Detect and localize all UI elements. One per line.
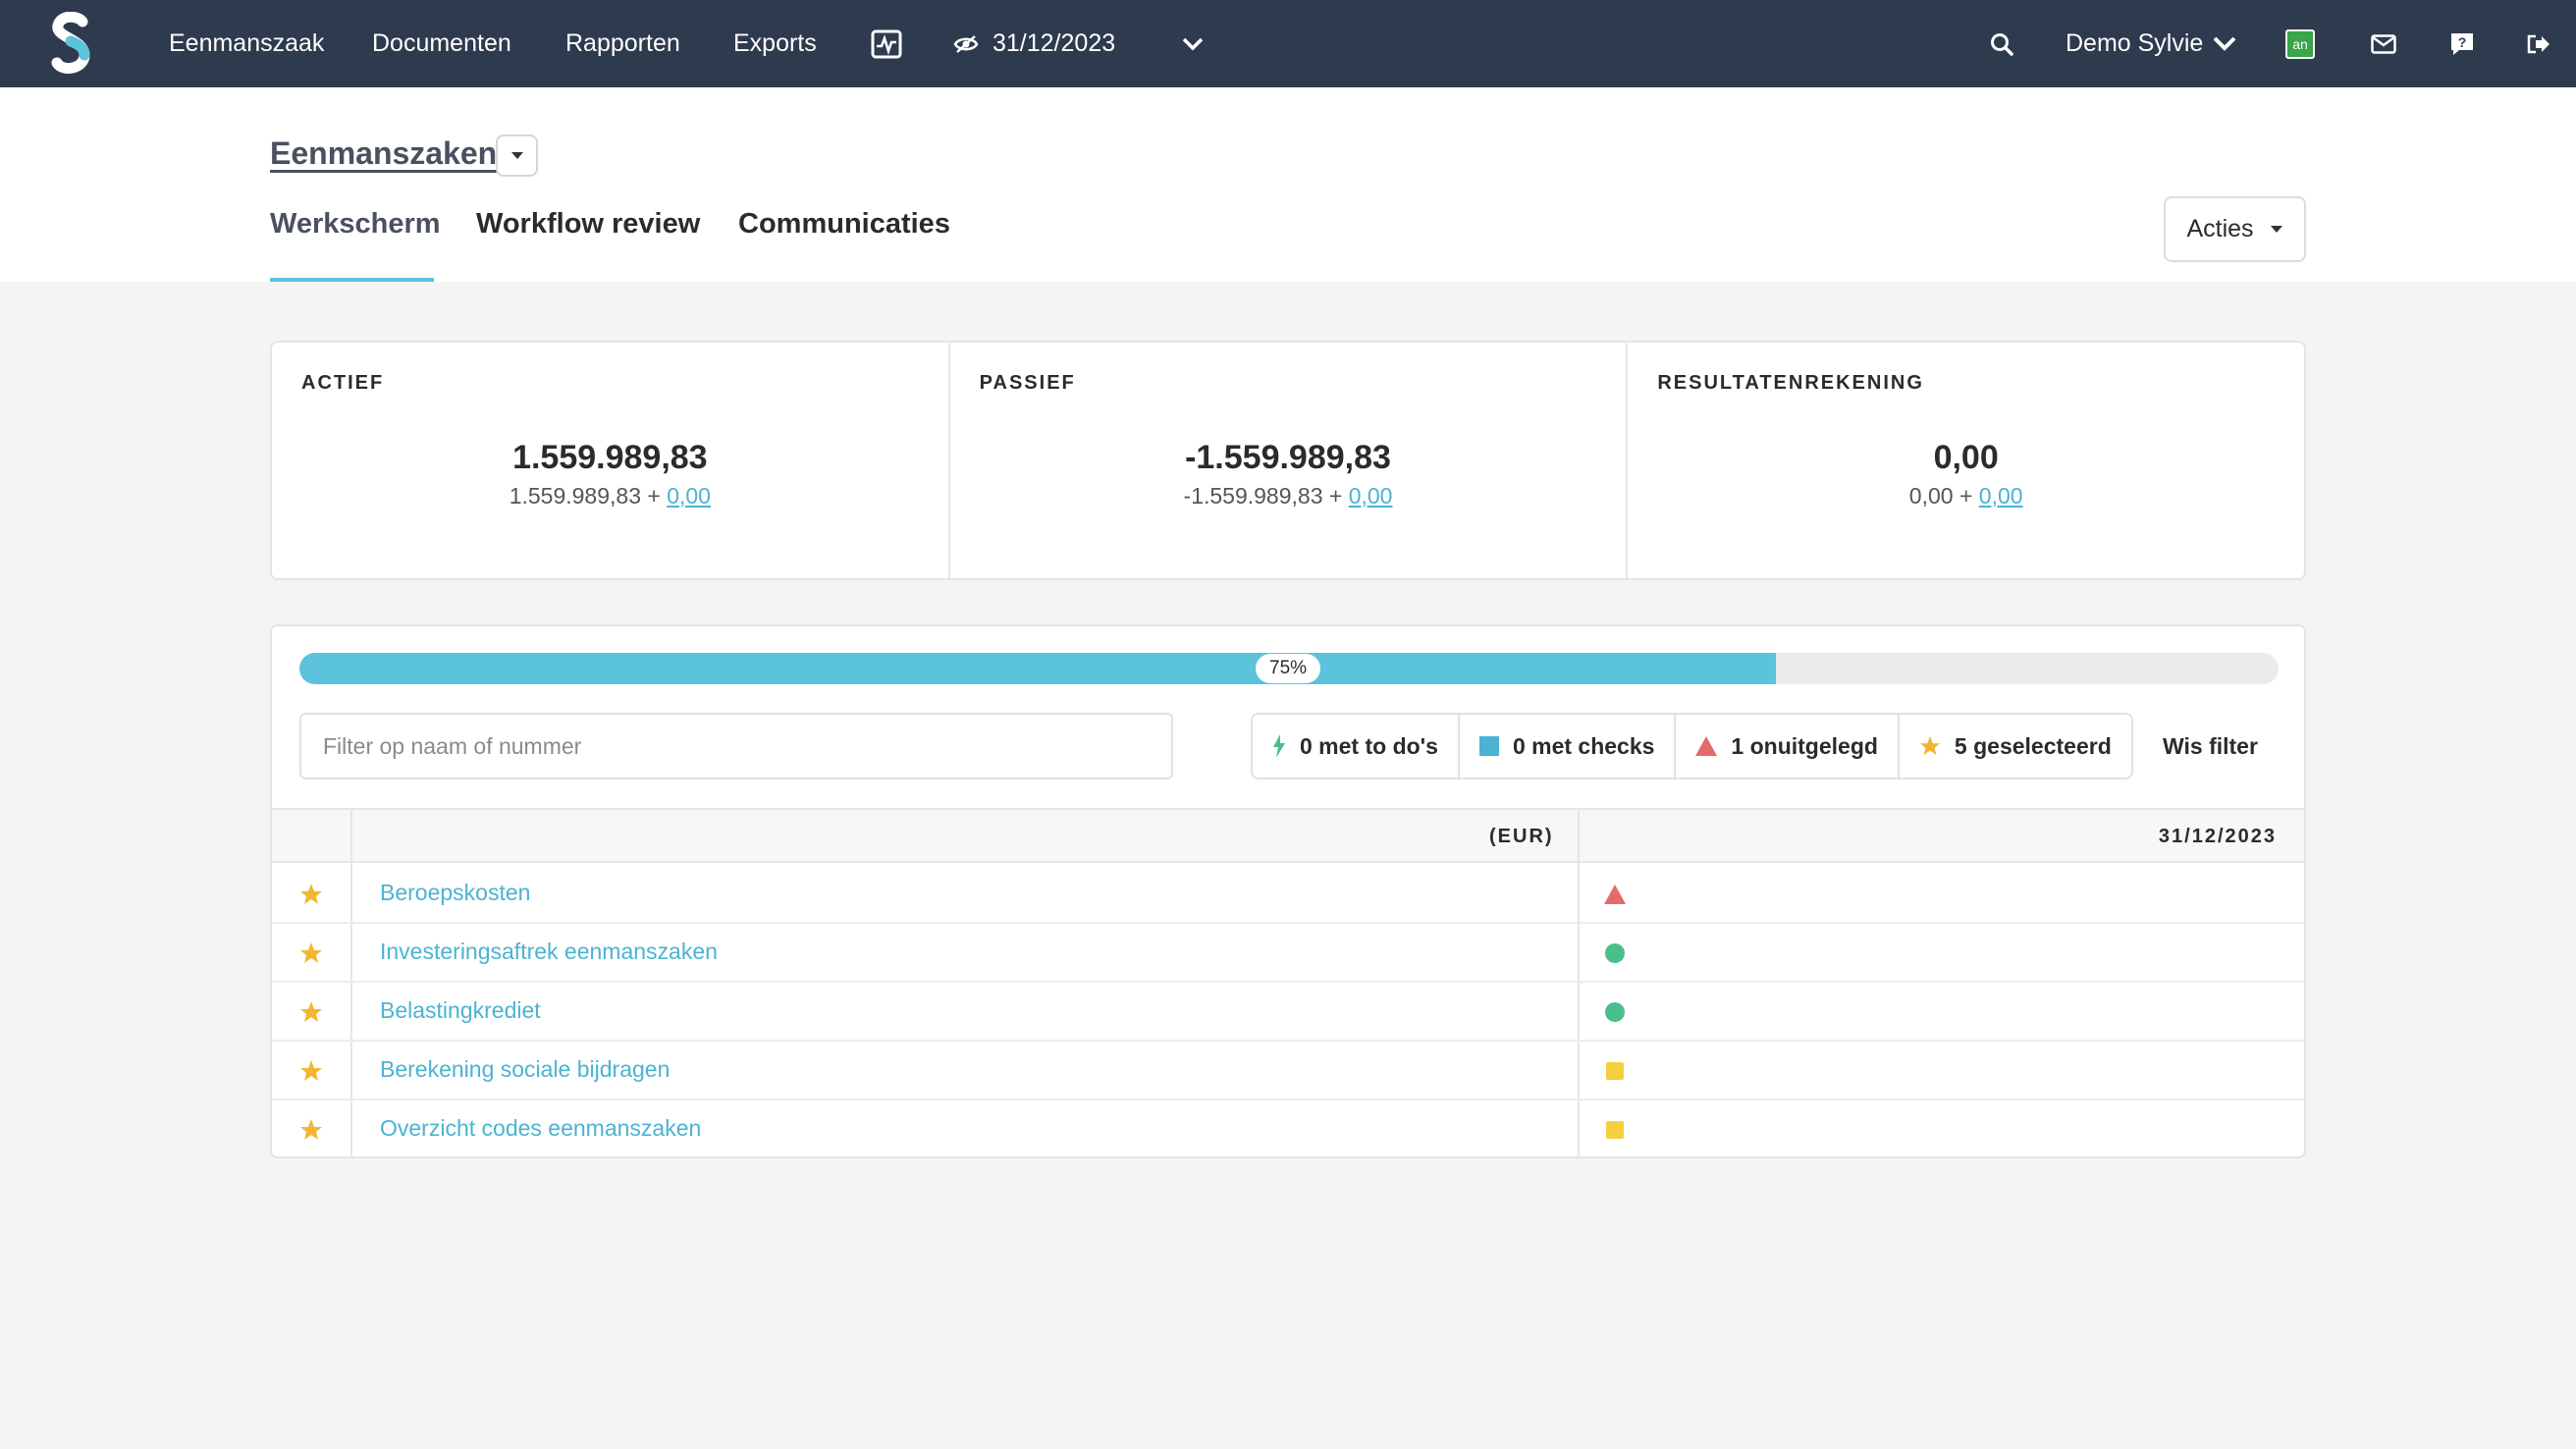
- summary-title: RESULTATENREKENING: [1657, 372, 1924, 394]
- row-name-link[interactable]: Beroepskosten: [380, 880, 530, 906]
- summary-breakdown: 1.559.989,83 + 0,00: [272, 483, 948, 510]
- row-name-link[interactable]: Overzicht codes eenmanszaken: [380, 1115, 701, 1142]
- summary-base: -1.559.989,83 +: [1183, 483, 1349, 509]
- filter-input[interactable]: [299, 713, 1173, 779]
- summary-delta-link[interactable]: 0,00: [1979, 483, 2023, 509]
- column-currency-header: (EUR): [1489, 826, 1554, 847]
- star-icon[interactable]: [299, 883, 323, 906]
- breadcrumb-eenmanszaken[interactable]: Eenmanszaken: [270, 135, 497, 172]
- help-icon[interactable]: ?: [2447, 0, 2477, 87]
- chevron-down-icon[interactable]: [1178, 0, 1208, 87]
- caret-down-icon: [2270, 226, 2282, 233]
- row-name-link[interactable]: Berekening sociale bijdragen: [380, 1056, 670, 1083]
- logout-icon[interactable]: [2524, 0, 2553, 87]
- summary-value: 1.559.989,83: [512, 439, 708, 476]
- nav-exports[interactable]: Exports: [733, 0, 817, 87]
- tab-communicaties[interactable]: Communicaties: [738, 208, 950, 241]
- summary-base: 1.559.989,83 +: [509, 483, 668, 509]
- eye-slash-icon[interactable]: [952, 0, 980, 87]
- s-logo-icon[interactable]: [49, 12, 92, 75]
- acties-label: Acties: [2186, 215, 2254, 242]
- star-icon: [1919, 735, 1941, 756]
- square-icon: [1478, 736, 1499, 756]
- svg-text:?: ?: [2458, 34, 2467, 50]
- star-icon[interactable]: [299, 1000, 323, 1024]
- progress-fill: [299, 653, 1777, 684]
- summary-passief: PASSIEF -1.559.989,83 -1.559.989,83 + 0,…: [950, 343, 1629, 578]
- bolt-icon: [1273, 734, 1285, 758]
- row-name-link[interactable]: Investeringsaftrek eenmanszaken: [380, 939, 718, 965]
- mail-icon[interactable]: [2369, 0, 2398, 87]
- search-icon[interactable]: [1987, 0, 2016, 87]
- summary-breakdown: 0,00 + 0,00: [1628, 483, 2304, 510]
- table-row: Overzicht codes eenmanszaken: [272, 1100, 2304, 1159]
- active-tab-indicator: [270, 278, 434, 282]
- status-pending-icon: [1606, 1062, 1624, 1080]
- user-menu[interactable]: Demo Sylvie: [2066, 0, 2203, 87]
- filter-selected-chip[interactable]: 5 geselecteerd: [1900, 715, 2131, 778]
- table-row: Belastingkrediet: [272, 983, 2304, 1042]
- summary-delta-link[interactable]: 0,00: [667, 483, 711, 509]
- period-selector[interactable]: 31/12/2023: [993, 0, 1115, 87]
- workflow-panel: 75% 0 met to do's 0 met checks 1 onuitge…: [270, 624, 2306, 1158]
- nav-eenmanszaak[interactable]: Eenmanszaak: [169, 0, 324, 87]
- tab-workflow-review[interactable]: Workflow review: [476, 208, 700, 241]
- filter-todos-chip[interactable]: 0 met to do's: [1253, 715, 1460, 778]
- filter-chip-group: 0 met to do's 0 met checks 1 onuitgelegd…: [1251, 713, 2133, 779]
- table-row: Investeringsaftrek eenmanszaken: [272, 924, 2304, 983]
- top-navigation-bar: Eenmanszaak Documenten Rapporten Exports…: [0, 0, 2576, 87]
- summary-value: -1.559.989,83: [1185, 439, 1391, 476]
- table-header: (EUR) 31/12/2023: [272, 808, 2304, 863]
- caret-down-icon: [510, 152, 523, 159]
- status-ok-icon: [1605, 1002, 1625, 1022]
- star-icon[interactable]: [299, 1059, 323, 1083]
- summary-title: PASSIEF: [979, 372, 1076, 394]
- app-badge-label: an: [2285, 28, 2315, 59]
- chip-label: 1 onuitgelegd: [1731, 732, 1878, 759]
- chart-monitor-icon[interactable]: [870, 0, 903, 87]
- summary-resultatenrekening: RESULTATENREKENING 0,00 0,00 + 0,00: [1628, 343, 2304, 578]
- app-badge-icon[interactable]: an: [2284, 0, 2316, 87]
- table-row: Berekening sociale bijdragen: [272, 1042, 2304, 1100]
- row-name-link[interactable]: Belastingkrediet: [380, 997, 541, 1024]
- summary-base: 0,00 +: [1908, 483, 1979, 509]
- triangle-icon: [1695, 736, 1718, 756]
- nav-rapporten[interactable]: Rapporten: [565, 0, 680, 87]
- progress-label: 75%: [1256, 654, 1321, 683]
- star-icon[interactable]: [299, 1118, 323, 1142]
- status-unexplained-icon: [1604, 885, 1626, 904]
- summary-delta-link[interactable]: 0,00: [1349, 483, 1393, 509]
- summary-title: ACTIEF: [301, 372, 385, 394]
- chip-label: 0 met to do's: [1300, 732, 1438, 759]
- column-date-header: 31/12/2023: [2158, 826, 2277, 847]
- nav-documenten[interactable]: Documenten: [372, 0, 511, 87]
- chip-label: 5 geselecteerd: [1954, 732, 2112, 759]
- filter-unexplained-chip[interactable]: 1 onuitgelegd: [1676, 715, 1900, 778]
- summary-actief: ACTIEF 1.559.989,83 1.559.989,83 + 0,00: [272, 343, 950, 578]
- star-icon[interactable]: [299, 941, 323, 965]
- balance-summary-card: ACTIEF 1.559.989,83 1.559.989,83 + 0,00 …: [270, 341, 2306, 580]
- breadcrumb-dropdown-button[interactable]: [496, 134, 538, 177]
- table-row: Beroepskosten: [272, 865, 2304, 924]
- status-pending-icon: [1606, 1121, 1624, 1139]
- filter-checks-chip[interactable]: 0 met checks: [1460, 715, 1677, 778]
- clear-filter-button[interactable]: Wis filter: [2163, 713, 2258, 779]
- user-chevron-down-icon[interactable]: [2211, 0, 2238, 87]
- status-ok-icon: [1605, 943, 1625, 963]
- tab-werkscherm[interactable]: Werkscherm: [270, 208, 441, 241]
- summary-value: 0,00: [1933, 439, 1999, 476]
- chip-label: 0 met checks: [1512, 732, 1655, 759]
- acties-button[interactable]: Acties: [2164, 196, 2306, 262]
- summary-breakdown: -1.559.989,83 + 0,00: [950, 483, 1627, 510]
